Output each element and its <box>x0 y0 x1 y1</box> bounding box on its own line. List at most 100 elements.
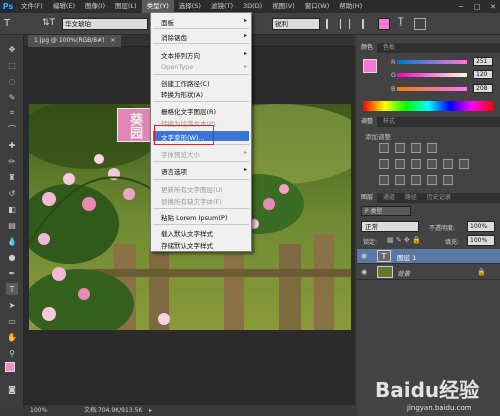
eraser-tool-icon[interactable]: ◧ <box>6 203 18 215</box>
healing-brush-icon[interactable]: ✚ <box>6 139 18 151</box>
menu-item-paste-lorem-ipsum[interactable]: 粘贴 Lorem Ipsum(P) <box>161 212 227 222</box>
posterize-icon[interactable] <box>395 175 405 185</box>
zoom-level[interactable]: 100% <box>30 405 47 416</box>
menu-item-font-preview-size[interactable]: 字体预览大小 <box>161 149 200 159</box>
menu-edit[interactable]: 编辑(E) <box>48 0 80 13</box>
document-tab[interactable]: 1.jpg @ 100%(RGB/8#) × <box>28 35 122 47</box>
tab-swatches[interactable]: 色板 <box>379 43 399 53</box>
marquee-tool-icon[interactable]: ⬚ <box>6 59 18 71</box>
hue-saturation-icon[interactable] <box>395 159 405 169</box>
gradient-map-icon[interactable] <box>443 175 453 185</box>
menu-view[interactable]: 视图(V) <box>267 0 300 13</box>
text-color-swatch[interactable] <box>378 18 390 30</box>
move-tool-icon[interactable]: ✥ <box>6 43 18 55</box>
blue-slider[interactable] <box>397 87 467 91</box>
levels-icon[interactable] <box>395 143 405 153</box>
text-layer-preview[interactable]: 葵园 <box>117 108 151 142</box>
red-value-input[interactable]: 251 <box>473 57 493 66</box>
tab-history[interactable]: 历史记录 <box>423 193 455 203</box>
menu-item-text-orientation[interactable]: 文本排列方向 <box>161 50 200 60</box>
menu-item-update-all-text[interactable]: 更新所有文字图层(U) <box>161 184 223 194</box>
align-right-icon[interactable] <box>354 19 364 29</box>
brightness-icon[interactable] <box>379 143 389 153</box>
menu-item-convert-to-shape[interactable]: 转换为形状(A) <box>161 89 203 99</box>
menu-item-anti-alias[interactable]: 消除锯齿 <box>161 32 187 42</box>
blend-mode-select[interactable]: 正常 <box>361 221 419 232</box>
blur-tool-icon[interactable]: 💧 <box>6 235 18 247</box>
menu-item-load-default-styles[interactable]: 载入默认文字样式 <box>161 228 213 238</box>
curves-icon[interactable] <box>411 143 421 153</box>
green-value-input[interactable]: 120 <box>473 70 493 79</box>
layer-filter-select[interactable]: P 类型 <box>361 206 411 216</box>
brush-tool-icon[interactable]: ✏ <box>6 155 18 167</box>
selective-color-icon[interactable] <box>427 175 437 185</box>
eyedropper-icon[interactable]: ⌒ <box>6 123 18 135</box>
layer-name[interactable]: 背景 <box>397 268 410 278</box>
layer-row-text[interactable]: ◉ T 图层 1 <box>357 249 500 264</box>
tab-paths[interactable]: 路径 <box>401 193 421 203</box>
align-center-icon[interactable] <box>340 19 350 29</box>
foreground-color-swatch[interactable] <box>5 362 15 372</box>
menu-window[interactable]: 窗口(W) <box>300 0 335 13</box>
shape-tool-icon[interactable]: ▭ <box>6 315 18 327</box>
close-window-button[interactable]: ✕ <box>486 1 500 12</box>
clone-stamp-icon[interactable]: ♜ <box>6 171 18 183</box>
tab-adjustments[interactable]: 调整 <box>357 117 378 127</box>
menu-image[interactable]: 图像(I) <box>80 0 110 13</box>
panels-icon[interactable] <box>414 18 426 30</box>
align-left-icon[interactable] <box>326 19 336 29</box>
warp-text-icon[interactable]: Ţ <box>398 17 410 29</box>
opacity-input[interactable]: 100% <box>467 221 495 232</box>
close-tab-icon[interactable]: × <box>110 37 115 44</box>
channel-mixer-icon[interactable] <box>459 159 469 169</box>
layer-name[interactable]: 图层 1 <box>397 252 416 262</box>
menu-item-opentype[interactable]: OpenType <box>161 63 193 71</box>
lasso-tool-icon[interactable]: ◌ <box>6 75 18 87</box>
history-brush-icon[interactable]: ↺ <box>6 187 18 199</box>
green-slider[interactable] <box>397 73 467 77</box>
path-select-icon[interactable]: ➤ <box>6 299 18 311</box>
menu-item-save-default-styles[interactable]: 存储默认文字样式 <box>161 240 213 250</box>
tab-channels[interactable]: 通道 <box>379 193 399 203</box>
lock-options-icon[interactable]: ▦ ✎ ✥ 🔒 <box>387 236 421 244</box>
photo-filter-icon[interactable] <box>443 159 453 169</box>
blue-value-input[interactable]: 208 <box>473 84 493 93</box>
tab-styles[interactable]: 样式 <box>379 117 399 127</box>
type-tool-icon[interactable]: T <box>4 18 18 30</box>
crop-tool-icon[interactable]: ⌗ <box>6 107 18 119</box>
quick-mask-icon[interactable]: ◙ <box>6 383 18 395</box>
zoom-tool-icon[interactable]: ⚲ <box>6 347 18 359</box>
orientation-icon[interactable]: ⇅T <box>42 18 55 30</box>
menu-item-panel[interactable]: 面板 <box>161 17 174 27</box>
font-family-select[interactable]: 华文琥珀 <box>62 18 148 30</box>
menu-help[interactable]: 帮助(H) <box>334 0 367 13</box>
dodge-tool-icon[interactable]: ● <box>6 251 18 263</box>
gradient-tool-icon[interactable]: ▤ <box>6 219 18 231</box>
invert-icon[interactable] <box>379 175 389 185</box>
exposure-icon[interactable] <box>427 143 437 153</box>
minimize-button[interactable]: ─ <box>454 1 468 12</box>
visibility-eye-icon[interactable]: ◉ <box>361 268 367 276</box>
foreground-color-box[interactable] <box>363 59 377 73</box>
color-balance-icon[interactable] <box>411 159 421 169</box>
type-tool-icon[interactable]: T <box>6 283 18 295</box>
tab-layers[interactable]: 图层 <box>357 193 378 203</box>
black-white-icon[interactable] <box>427 159 437 169</box>
red-slider[interactable] <box>397 60 467 64</box>
menu-item-create-work-path[interactable]: 创建工作路径(C) <box>161 78 210 88</box>
menu-item-rasterize[interactable]: 栅格化文字图层(R) <box>161 106 216 116</box>
pen-tool-icon[interactable]: ✒ <box>6 267 18 279</box>
tab-color[interactable]: 颜色 <box>357 43 378 53</box>
menu-layer[interactable]: 图层(L) <box>110 0 142 13</box>
color-spectrum-ramp[interactable] <box>363 101 493 111</box>
menu-item-language-options[interactable]: 语言选项 <box>161 166 187 176</box>
hand-tool-icon[interactable]: ✋ <box>6 331 18 343</box>
visibility-eye-icon[interactable]: ◉ <box>361 252 367 260</box>
maximize-button[interactable]: □ <box>470 1 484 12</box>
vibrance-icon[interactable] <box>379 159 389 169</box>
anti-alias-select[interactable]: 锐利 <box>272 18 320 30</box>
status-menu-arrow-icon[interactable]: ▸ <box>149 405 152 416</box>
fill-input[interactable]: 100% <box>467 235 495 246</box>
threshold-icon[interactable] <box>411 175 421 185</box>
menu-item-replace-missing-fonts[interactable]: 替换所有缺欠字体(F) <box>161 196 222 206</box>
